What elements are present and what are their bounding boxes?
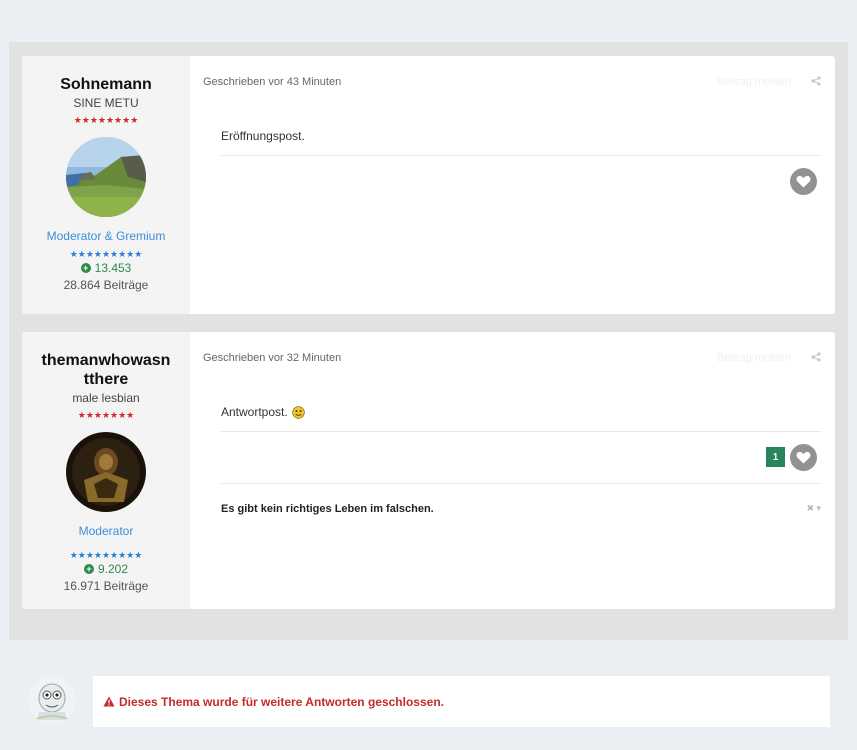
plus-circle-icon: +: [80, 263, 91, 273]
topic-closed-notice: Dieses Thema wurde für weitere Antworten…: [93, 676, 830, 727]
post: Sohnemann SINE METU ★★★★★★★★ Moderator &…: [22, 56, 835, 314]
reputation: + 13.453: [22, 261, 190, 275]
reputation-value: 13.453: [94, 261, 132, 275]
reputation: + 9.202: [22, 562, 190, 576]
plus-circle-icon: +: [83, 564, 94, 574]
author-name[interactable]: themanwhowasntthere: [22, 351, 190, 389]
group-stars: ★★★★★★★★★: [69, 249, 143, 259]
heart-icon: [796, 175, 811, 188]
user-group[interactable]: Moderator & Gremium: [22, 229, 190, 243]
post-date[interactable]: Geschrieben vor 43 Minuten: [203, 76, 341, 88]
divider: [221, 155, 821, 156]
signature-options-icon[interactable]: ✖ ▾: [806, 503, 821, 514]
author-name[interactable]: Sohnemann: [22, 75, 190, 94]
report-post-link[interactable]: Beitrag melden: [717, 352, 791, 364]
warning-icon: [103, 696, 115, 707]
like-button[interactable]: [790, 168, 817, 195]
reputation-value: 9.202: [97, 562, 129, 576]
group-stars: ★★★★★★★★★: [69, 550, 143, 560]
share-icon[interactable]: [811, 352, 821, 362]
author-title: male lesbian: [72, 391, 140, 405]
rank-stars: ★★★★★★★: [77, 410, 135, 420]
emoji-icon: [291, 405, 305, 419]
post-body: Eröffnungspost.: [221, 129, 305, 143]
author-title: SINE METU: [73, 96, 139, 110]
post-count: 28.864 Beiträge: [63, 278, 149, 292]
divider: [221, 431, 821, 432]
avatar[interactable]: [66, 137, 146, 217]
current-user-avatar[interactable]: [28, 676, 76, 724]
author-panel: themanwhowasntthere male lesbian ★★★★★★★…: [22, 332, 190, 609]
avatar[interactable]: [66, 432, 146, 512]
like-count-badge[interactable]: 1: [766, 447, 785, 467]
divider: [221, 483, 821, 484]
rank-stars: ★★★★★★★★: [73, 115, 139, 125]
post-content: Geschrieben vor 32 Minuten Beitrag melde…: [190, 332, 835, 609]
post-body: Antwortpost.: [221, 405, 305, 419]
closed-notice-text: Dieses Thema wurde für weitere Antworten…: [119, 694, 444, 709]
post-date[interactable]: Geschrieben vor 32 Minuten: [203, 352, 341, 364]
report-post-link[interactable]: Beitrag melden: [717, 76, 791, 88]
thread-posts-container: Sohnemann SINE METU ★★★★★★★★ Moderator &…: [9, 42, 848, 640]
user-group[interactable]: Moderator: [22, 524, 190, 538]
post: themanwhowasntthere male lesbian ★★★★★★★…: [22, 332, 835, 609]
post-content: Geschrieben vor 43 Minuten Beitrag melde…: [190, 56, 835, 314]
post-body-text: Antwortpost.: [221, 405, 288, 419]
heart-icon: [796, 451, 811, 464]
signature: Es gibt kein richtiges Leben im falschen…: [221, 503, 434, 515]
post-count: 16.971 Beiträge: [63, 579, 149, 593]
share-icon[interactable]: [811, 76, 821, 86]
like-button[interactable]: [790, 444, 817, 471]
author-panel: Sohnemann SINE METU ★★★★★★★★ Moderator &…: [22, 56, 190, 314]
